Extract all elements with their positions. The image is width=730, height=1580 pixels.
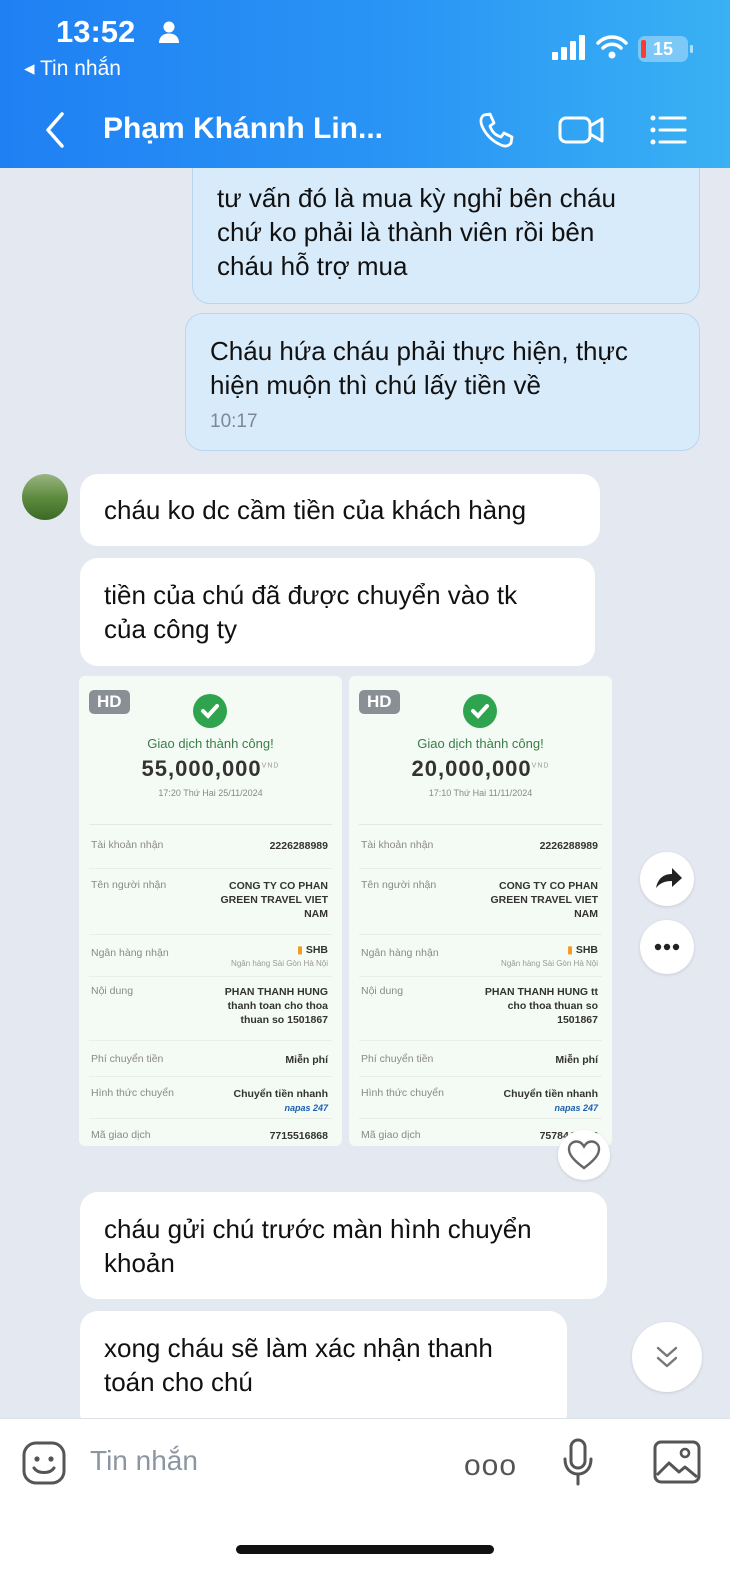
sticker-icon[interactable]: [20, 1439, 68, 1487]
message-timestamp: 10:17: [210, 411, 258, 432]
message-line: cháu gửi chú trước màn hình chuyển: [104, 1214, 532, 1244]
message-bubble-incoming[interactable]: cháu gửi chú trước màn hình chuyển khoản: [80, 1192, 607, 1299]
message-line: của công ty: [104, 614, 237, 644]
more-options-button[interactable]: [640, 920, 694, 974]
message-input-bar: Tin nhắn ooo: [0, 1418, 730, 1580]
react-button[interactable]: [558, 1130, 610, 1180]
message-line: chứ ko phải là thành viên rồi bên: [217, 217, 595, 247]
microphone-icon[interactable]: [560, 1437, 596, 1489]
transaction-datetime: 17:20 Thứ Hai 25/11/2024: [158, 788, 263, 798]
status-time: 13:52: [56, 14, 136, 49]
battery-icon: 15: [638, 36, 693, 62]
more-horizontal-icon: [654, 943, 680, 951]
chat-header: 13:52 ◂ Tin nhắn 15 Phạm Khánnh Lin...: [0, 0, 730, 168]
transaction-details: Tài khoản nhận 2226288989 Tên người nhận C…: [359, 824, 602, 1142]
message-line: Cháu hứa cháu phải thực hiện, thực: [210, 336, 628, 366]
contact-avatar[interactable]: [22, 474, 68, 520]
image-icon[interactable]: [652, 1439, 702, 1485]
message-bubble-incoming[interactable]: tiền của chú đã được chuyển vào tk của c…: [80, 558, 595, 666]
contact-name[interactable]: Phạm Khánnh Lin...: [103, 112, 383, 146]
share-button[interactable]: [640, 852, 694, 906]
message-line: toán cho chú: [104, 1367, 253, 1397]
message-bubble-incoming[interactable]: xong cháu sẽ làm xác nhận thanh toán cho…: [80, 1311, 567, 1431]
signal-icon: [552, 35, 585, 60]
transaction-amount: 20,000,000VND: [411, 756, 550, 781]
message-bubble-outgoing[interactable]: Cháu hứa cháu phải thực hiện, thực hiện …: [185, 313, 700, 451]
message-line: xong cháu sẽ làm xác nhận thanh: [104, 1333, 493, 1363]
back-to-app-link[interactable]: ◂ Tin nhắn: [24, 56, 121, 81]
message-line: khoản: [104, 1248, 175, 1278]
transaction-status: Giao dịch thành công!: [417, 736, 544, 751]
scroll-down-icon: [656, 1346, 678, 1368]
message-line: tư vấn đó là mua kỳ nghỉ bên cháu: [217, 183, 616, 213]
transaction-status: Giao dịch thành công!: [147, 736, 274, 751]
back-chevron-icon[interactable]: [40, 110, 70, 150]
transaction-amount: 55,000,000VND: [141, 756, 280, 781]
transaction-datetime: 17:10 Thứ Hai 11/11/2024: [428, 788, 533, 798]
scroll-to-bottom-button[interactable]: [632, 1322, 702, 1392]
message-bubble-incoming[interactable]: cháu ko dc cầm tiền của khách hàng: [80, 474, 600, 546]
transaction-details: Tài khoản nhận 2226288989 Tên người nhận C…: [89, 824, 332, 1142]
phone-icon[interactable]: [474, 108, 518, 152]
message-line: cháu ko dc cầm tiền của khách hàng: [104, 495, 527, 525]
transfer-receipt-image[interactable]: HD Giao dịch thành công! 20,000,000VND 1…: [349, 676, 612, 1146]
wifi-icon: [596, 35, 628, 59]
share-arrow-icon: [656, 868, 682, 888]
message-line: cháu hỗ trợ mua: [217, 251, 408, 281]
hd-badge: HD: [359, 690, 400, 714]
home-indicator: [236, 1545, 494, 1554]
transfer-receipt-image[interactable]: HD Giao dịch thành công! 55,000,000VND 1…: [79, 676, 342, 1146]
message-line: hiện muộn thì chú lấy tiền về: [210, 370, 541, 400]
video-call-icon[interactable]: [556, 108, 606, 152]
heart-icon: [567, 1140, 601, 1170]
person-icon: [159, 21, 179, 43]
success-check-icon: [463, 694, 497, 728]
success-check-icon: [193, 694, 227, 728]
hd-badge: HD: [89, 690, 130, 714]
message-line: tiền của chú đã được chuyển vào tk: [104, 580, 518, 610]
message-input[interactable]: Tin nhắn: [90, 1445, 198, 1477]
more-dots-icon[interactable]: ooo: [464, 1449, 517, 1483]
menu-list-icon[interactable]: [645, 108, 689, 152]
